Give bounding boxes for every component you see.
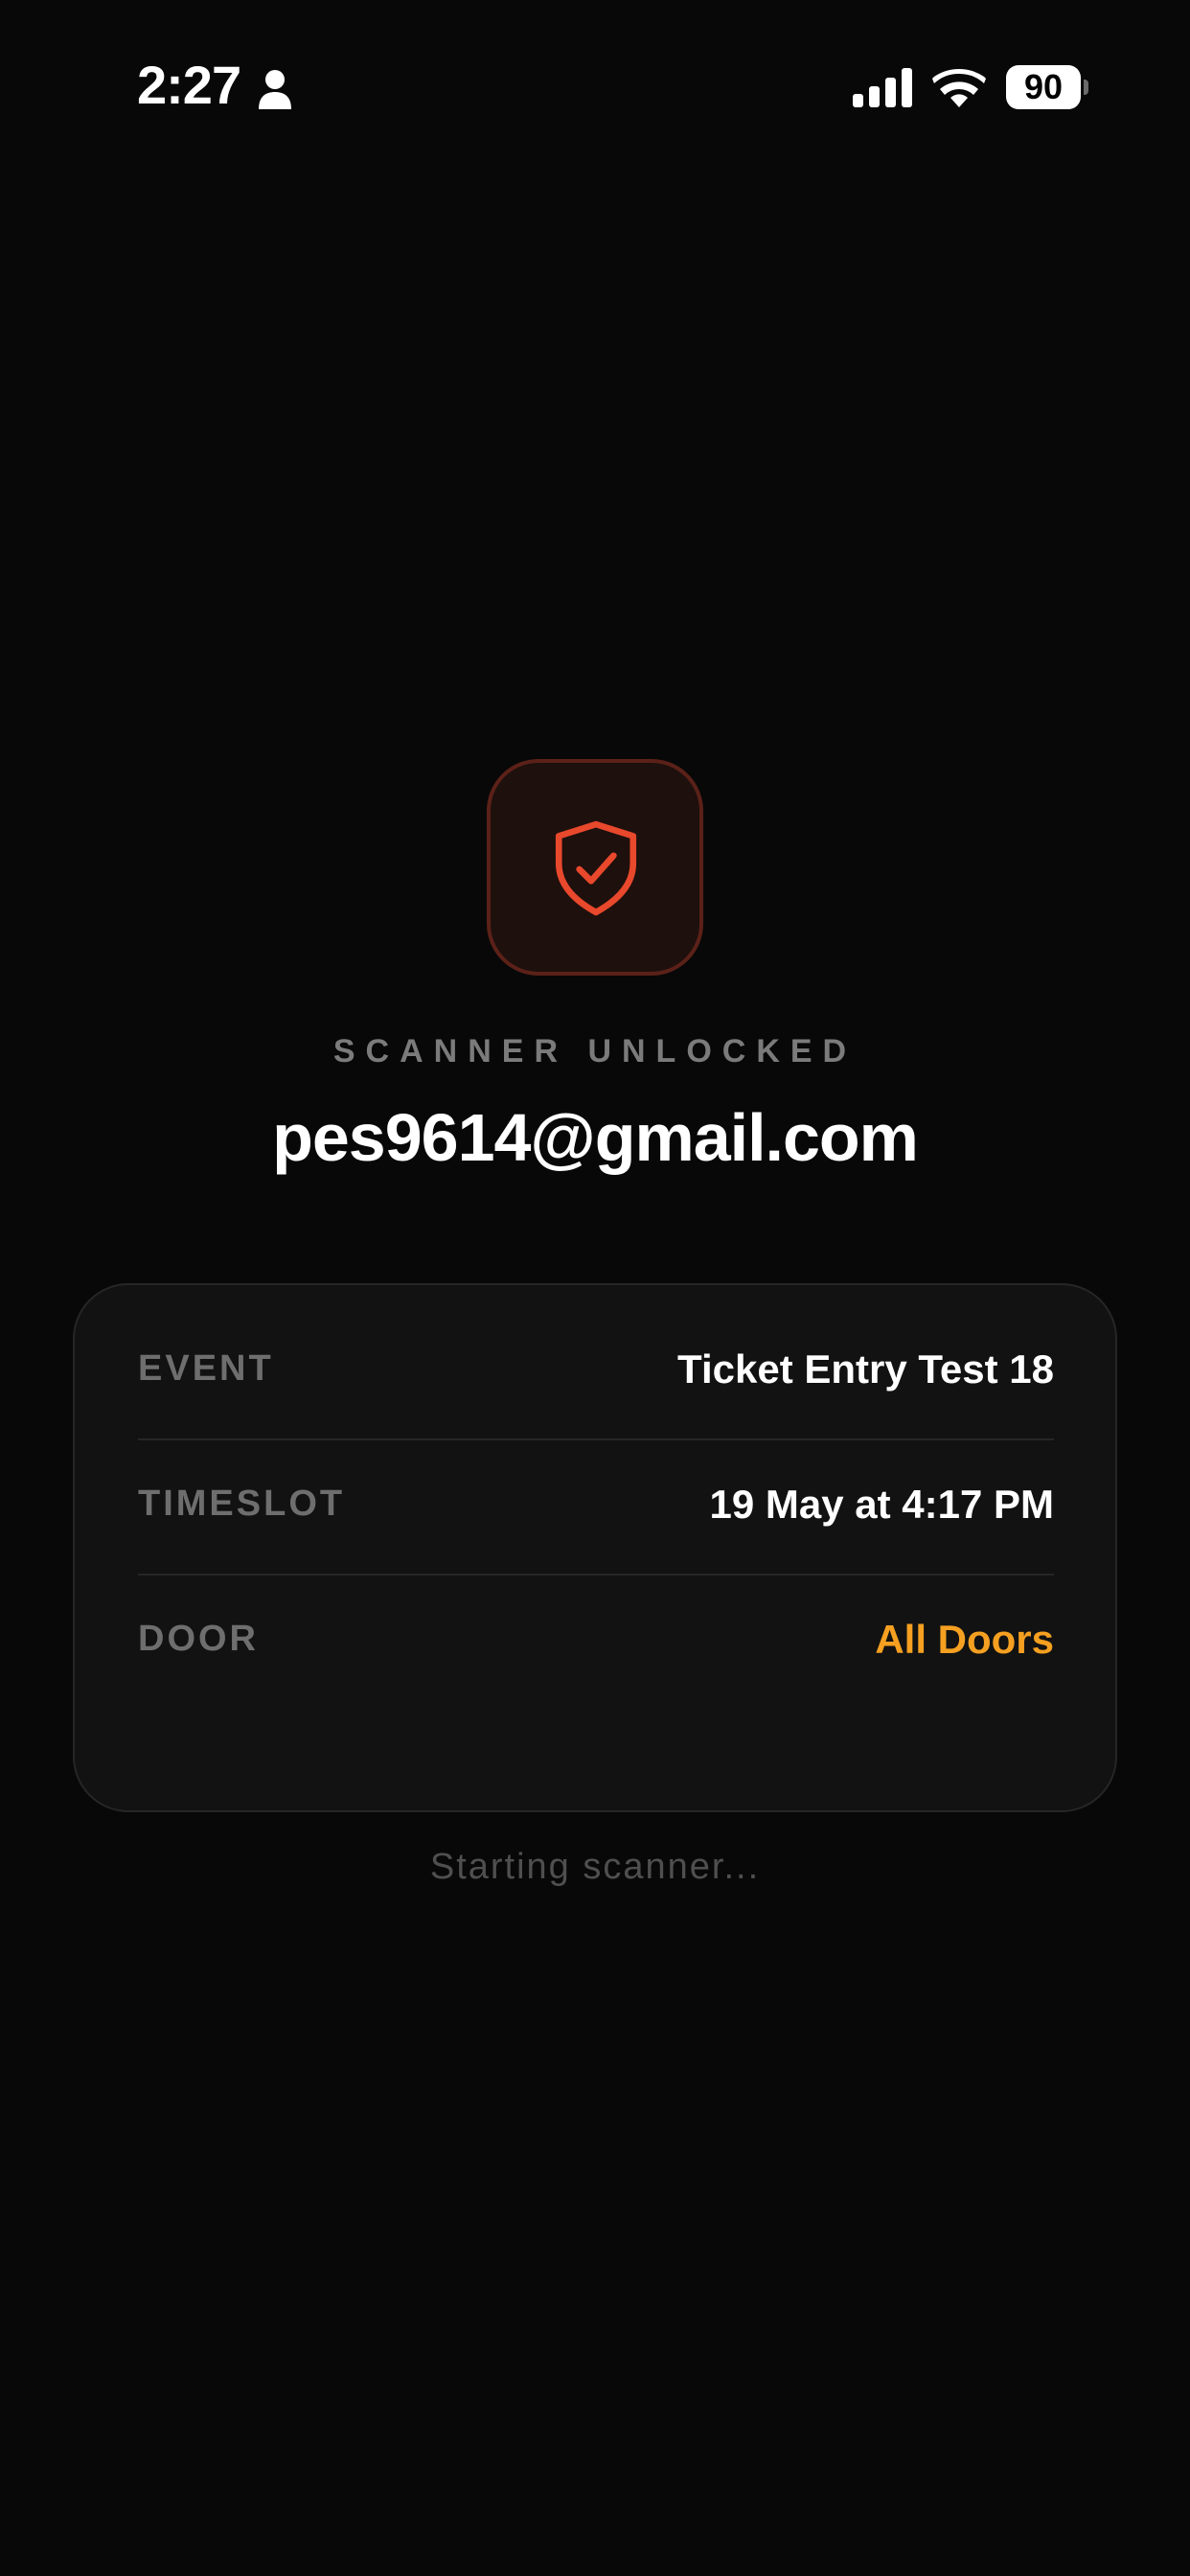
user-email: pes9614@gmail.com — [272, 1100, 919, 1175]
event-row: EVENT Ticket Entry Test 18 — [138, 1285, 1054, 1419]
person-icon — [259, 70, 291, 109]
timeslot-row: TIMESLOT 19 May at 4:17 PM — [138, 1420, 1054, 1554]
event-value: Ticket Entry Test 18 — [677, 1346, 1054, 1392]
event-label: EVENT — [138, 1348, 274, 1389]
shield-check-icon — [555, 820, 637, 916]
battery-icon: 90 — [1006, 65, 1088, 109]
battery-cap — [1084, 80, 1088, 95]
door-row: DOOR All Doors — [138, 1555, 1054, 1690]
door-value: All Doors — [875, 1617, 1054, 1662]
signal-icon — [853, 68, 912, 107]
timeslot-label: TIMESLOT — [138, 1484, 346, 1524]
scan-details-card: EVENT Ticket Entry Test 18 TIMESLOT 19 M… — [73, 1283, 1117, 1812]
battery-level: 90 — [1023, 67, 1064, 106]
shield-badge — [487, 759, 703, 976]
wifi-icon — [932, 68, 986, 107]
timeslot-value: 19 May at 4:17 PM — [709, 1482, 1054, 1527]
door-label: DOOR — [138, 1619, 259, 1659]
scanner-unlocked-label: SCANNER UNLOCKED — [332, 1033, 858, 1070]
status-time: 2:27 — [137, 55, 241, 115]
status-bar: 2:27 90 — [0, 0, 1190, 172]
scanner-status-text: Starting scanner... — [429, 1847, 761, 1887]
